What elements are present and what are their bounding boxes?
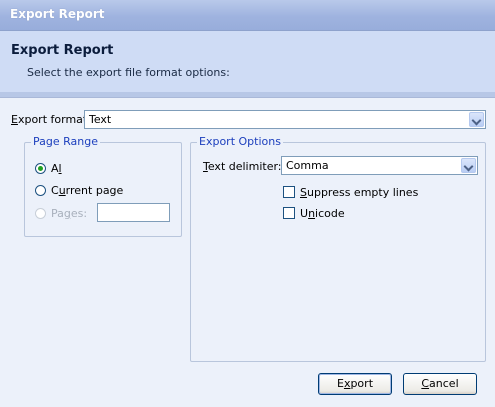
page-range-legend: Page Range bbox=[31, 135, 100, 148]
export-button[interactable]: Export bbox=[318, 373, 392, 395]
radio-all-button[interactable] bbox=[35, 163, 46, 174]
export-format-select[interactable]: Text bbox=[84, 110, 486, 129]
cancel-button[interactable]: Cancel bbox=[403, 373, 477, 395]
dialog-header: Export Report Select the export file for… bbox=[0, 31, 495, 98]
radio-pages-button bbox=[35, 208, 46, 219]
pages-input bbox=[97, 203, 170, 222]
chevron-down-icon[interactable] bbox=[461, 158, 476, 173]
text-delimiter-select[interactable]: Comma bbox=[281, 156, 478, 175]
header-divider bbox=[0, 92, 495, 97]
radio-current-page-button[interactable] bbox=[35, 185, 46, 196]
header-title: Export Report bbox=[11, 43, 114, 58]
export-options-legend: Export Options bbox=[197, 135, 283, 148]
unicode-box[interactable] bbox=[283, 207, 295, 219]
suppress-empty-lines-box[interactable] bbox=[283, 186, 295, 198]
suppress-empty-lines-label: Suppress empty lines bbox=[300, 186, 419, 199]
radio-pages-label: Pages: bbox=[51, 207, 88, 220]
radio-all-label: Al bbox=[51, 162, 62, 175]
window-title: Export Report bbox=[10, 7, 105, 21]
title-bar[interactable]: Export Report bbox=[0, 0, 495, 31]
export-format-value: Text bbox=[89, 113, 112, 126]
text-delimiter-label: Text delimiter: bbox=[203, 160, 282, 173]
unicode-label: Unicode bbox=[300, 207, 345, 220]
export-options-group: Export Options bbox=[190, 135, 486, 362]
header-subtitle: Select the export file format options: bbox=[27, 66, 230, 79]
export-report-window: Export Report Export Report Select the e… bbox=[0, 0, 495, 407]
chevron-down-icon[interactable] bbox=[469, 112, 484, 127]
radio-current-page-label: Current page bbox=[51, 184, 124, 197]
text-delimiter-value: Comma bbox=[286, 159, 329, 172]
export-format-label: Export format: bbox=[11, 113, 91, 126]
